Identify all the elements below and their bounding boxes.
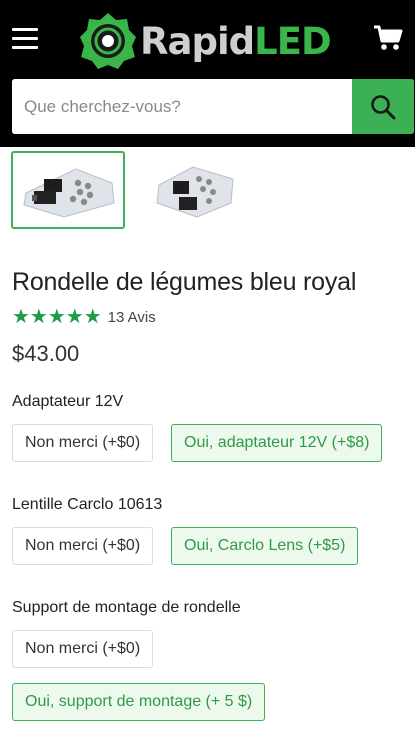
site-header: RapidLED bbox=[0, 0, 415, 147]
product-price: $43.00 bbox=[12, 341, 80, 366]
product-thumbnail-1[interactable] bbox=[11, 151, 125, 229]
logo-rapid-text: Rapid bbox=[140, 19, 255, 63]
search-button[interactable] bbox=[352, 79, 414, 134]
product-thumbnail-2[interactable] bbox=[138, 151, 252, 229]
option-adapter-yes[interactable]: Oui, adaptateur 12V (+$8) bbox=[171, 424, 383, 462]
product-image bbox=[156, 166, 234, 218]
option-mount-no[interactable]: Non merci (+$0) bbox=[12, 630, 154, 668]
option-lens-yes[interactable]: Oui, Carclo Lens (+$5) bbox=[171, 527, 359, 565]
search-input[interactable] bbox=[12, 79, 350, 134]
option-adapter-no[interactable]: Non merci (+$0) bbox=[12, 424, 154, 462]
shopping-cart-icon[interactable] bbox=[373, 24, 403, 52]
rapidled-logo[interactable]: RapidLED bbox=[78, 10, 332, 72]
star-rating-icon: ★★★★★ bbox=[12, 306, 102, 328]
product-image bbox=[23, 168, 115, 218]
option-label-adapter: Adaptateur 12V bbox=[12, 393, 124, 410]
option-mount-yes[interactable]: Oui, support de montage (+ 5 $) bbox=[12, 683, 266, 721]
option-label-mount: Support de montage de rondelle bbox=[12, 599, 241, 616]
logo-wordmark: RapidLED bbox=[140, 19, 332, 63]
hamburger-menu-icon[interactable] bbox=[12, 28, 38, 50]
option-label-lens: Lentille Carclo 10613 bbox=[12, 496, 163, 513]
product-title: Rondelle de légumes bleu royal bbox=[12, 268, 357, 296]
logo-led-text: LED bbox=[254, 19, 332, 63]
review-count[interactable]: 13 Avis bbox=[108, 309, 156, 326]
logo-badge-icon bbox=[80, 13, 136, 69]
option-lens-no[interactable]: Non merci (+$0) bbox=[12, 527, 154, 565]
magnifier-icon bbox=[371, 94, 396, 119]
search-bar bbox=[12, 79, 414, 134]
product-rating[interactable]: ★★★★★ 13 Avis bbox=[12, 307, 156, 327]
